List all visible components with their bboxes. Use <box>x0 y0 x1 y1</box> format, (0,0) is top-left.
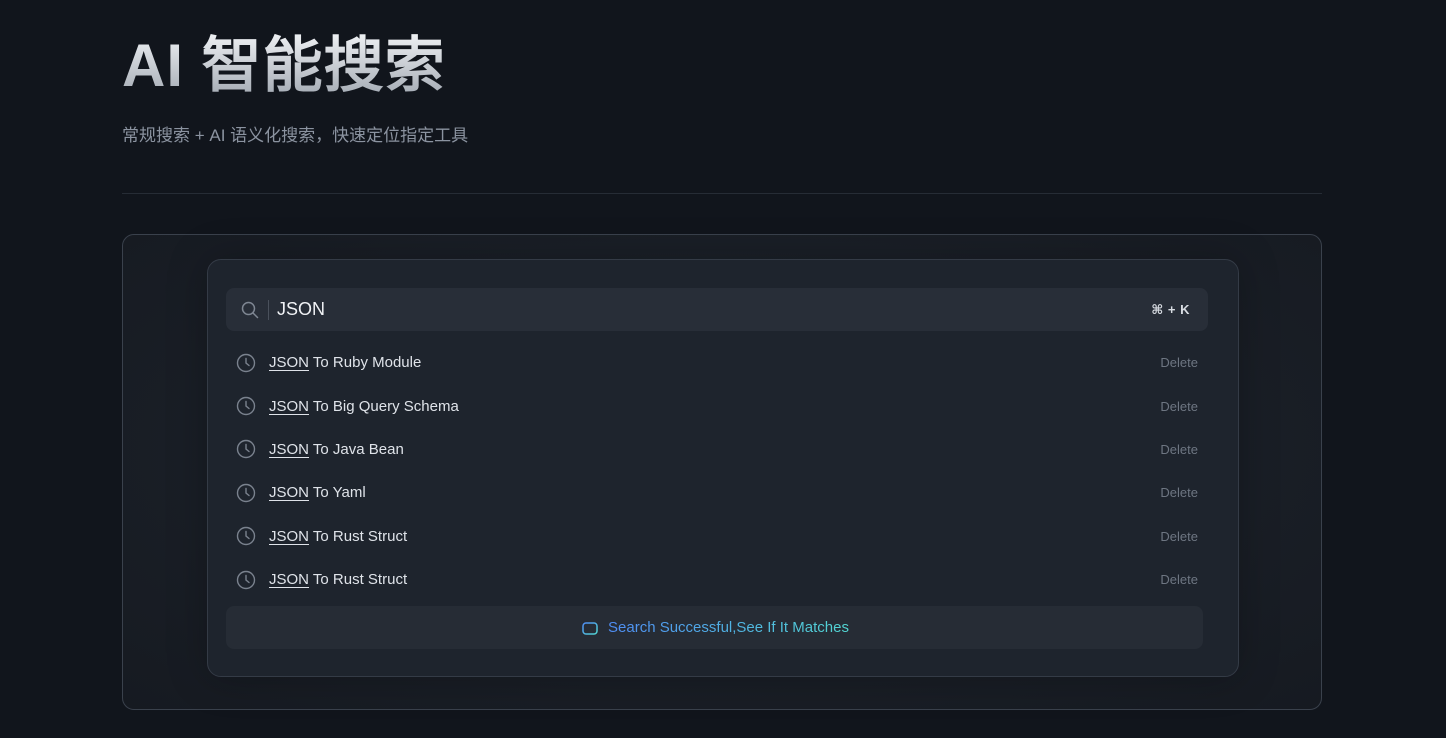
header-divider <box>122 193 1322 194</box>
result-match-text: JSON <box>269 527 310 545</box>
status-message: Search Successful,See If It Matches <box>608 619 849 636</box>
result-label[interactable]: JSON To Big Query Schema <box>269 398 459 415</box>
search-result-item[interactable]: JSON To Ruby Module Delete <box>226 341 1208 384</box>
result-rest-text: To Rust Struct <box>309 527 408 545</box>
clock-icon <box>235 395 257 417</box>
ai-status-bar: Search Successful,See If It Matches <box>226 606 1203 649</box>
result-rest-text: To Java Bean <box>309 440 404 458</box>
clock-icon <box>235 482 257 504</box>
result-rest-text: To Rust Struct <box>309 571 408 589</box>
result-rest-text: To Big Query Schema <box>309 397 459 415</box>
search-input[interactable] <box>277 289 1152 330</box>
result-match-text: JSON <box>269 484 310 502</box>
search-icon <box>240 300 260 320</box>
page-subtitle: 常规搜索 + AI 语义化搜索，快速定位指定工具 <box>122 126 469 145</box>
clock-icon <box>235 525 257 547</box>
search-bar[interactable]: ⌘ + K <box>226 288 1208 331</box>
result-match-text: JSON <box>269 397 310 415</box>
input-caret <box>268 299 269 320</box>
search-dialog: ⌘ + K JSON To Ruby Module Delete JSON To… <box>207 259 1239 677</box>
result-match-text: JSON <box>269 354 310 372</box>
result-match-text: JSON <box>269 571 310 589</box>
result-rest-text: To Yaml <box>309 484 366 502</box>
search-result-item[interactable]: JSON To Java Bean Delete <box>226 428 1208 471</box>
search-results-list: JSON To Ruby Module Delete JSON To Big Q… <box>226 341 1208 601</box>
result-label[interactable]: JSON To Rust Struct <box>269 528 407 545</box>
clock-icon <box>235 438 257 460</box>
clock-icon <box>235 569 257 591</box>
delete-button[interactable]: Delete <box>1160 485 1198 500</box>
ai-robot-icon <box>580 618 600 638</box>
result-label[interactable]: JSON To Rust Struct <box>269 571 407 588</box>
result-label[interactable]: JSON To Java Bean <box>269 441 404 458</box>
delete-button[interactable]: Delete <box>1160 529 1198 544</box>
search-demo-panel: ⌘ + K JSON To Ruby Module Delete JSON To… <box>122 234 1322 710</box>
search-result-item[interactable]: JSON To Rust Struct Delete <box>226 558 1208 601</box>
keyboard-shortcut-hint: ⌘ + K <box>1151 301 1190 317</box>
search-result-item[interactable]: JSON To Big Query Schema Delete <box>226 384 1208 427</box>
search-result-item[interactable]: JSON To Rust Struct Delete <box>226 515 1208 558</box>
result-match-text: JSON <box>269 440 310 458</box>
clock-icon <box>235 352 257 374</box>
page-header: AI 智能搜索 常规搜索 + AI 语义化搜索，快速定位指定工具 <box>122 30 1322 150</box>
delete-button[interactable]: Delete <box>1160 399 1198 414</box>
search-result-item[interactable]: JSON To Yaml Delete <box>226 471 1208 514</box>
result-rest-text: To Ruby Module <box>309 354 422 372</box>
delete-button[interactable]: Delete <box>1160 572 1198 587</box>
delete-button[interactable]: Delete <box>1160 442 1198 457</box>
delete-button[interactable]: Delete <box>1160 355 1198 370</box>
page-title: AI 智能搜索 <box>122 30 1322 102</box>
result-label[interactable]: JSON To Ruby Module <box>269 354 421 371</box>
result-label[interactable]: JSON To Yaml <box>269 484 366 501</box>
